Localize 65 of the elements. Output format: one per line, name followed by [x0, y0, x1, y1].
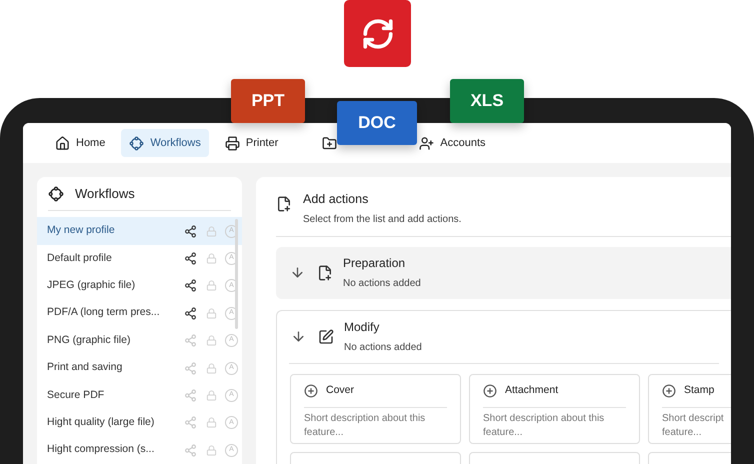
- card-title: Stamp: [684, 382, 714, 398]
- file-type-badge: DOC: [337, 101, 417, 145]
- panel-title: Add actions: [303, 191, 370, 208]
- action-card[interactable]: Stamp Short descript feature...: [648, 374, 731, 444]
- refresh-icon: [360, 16, 394, 50]
- scrollbar-thumb[interactable]: [235, 219, 238, 330]
- section-status: No actions added: [344, 341, 422, 356]
- section-title: Modify: [344, 319, 380, 336]
- share-icon[interactable]: [184, 306, 197, 320]
- section-title: Preparation: [343, 255, 406, 272]
- lock-icon[interactable]: [206, 280, 217, 292]
- action-card[interactable]: Attachment Short description about this feature...: [469, 374, 640, 444]
- workflow-icon: [48, 186, 64, 202]
- section-status: No actions added: [343, 277, 421, 292]
- card-description: feature...: [662, 426, 702, 440]
- share-icon[interactable]: [184, 252, 197, 266]
- profile-name: Hight quality (large file): [47, 415, 156, 430]
- profile-name: Secure PDF: [47, 388, 106, 403]
- lock-icon[interactable]: [206, 362, 217, 374]
- nav-tab[interactable]: Workflows: [121, 129, 209, 157]
- plus-circle-icon: [662, 384, 676, 398]
- plus-circle-icon: [304, 384, 318, 398]
- panel-subtitle: Select from the list and add actions.: [303, 212, 462, 227]
- printer-icon: [224, 136, 240, 150]
- lock-icon[interactable]: [206, 417, 217, 428]
- file-plus-icon: [317, 264, 333, 281]
- profile-name: JPEG (graphic file): [47, 278, 136, 294]
- sidebar-title: Workflows: [75, 184, 135, 203]
- arrow-down-icon[interactable]: [291, 329, 306, 344]
- lock-icon[interactable]: [206, 253, 217, 264]
- nav-tab[interactable]: Home: [47, 129, 114, 157]
- profile-name: PDF/A (long term pres...: [47, 305, 161, 320]
- profile-name: Print and saving: [47, 360, 124, 376]
- share-icon[interactable]: [184, 224, 197, 238]
- card-description: Short descript: [662, 412, 725, 426]
- lock-icon[interactable]: [206, 390, 217, 402]
- lock-icon[interactable]: [206, 335, 217, 346]
- action-card[interactable]: Cover Short description about this feature...: [290, 374, 461, 444]
- file-type-badge: XLS: [450, 79, 524, 123]
- nav-tab[interactable]: Printer: [216, 129, 286, 157]
- profile-name: Hight compression (s...: [47, 442, 156, 458]
- section-panel[interactable]: Preparation No actions added: [276, 246, 731, 299]
- card-description: Short description about this: [483, 412, 606, 426]
- card-title: Attachment: [505, 382, 558, 398]
- arrow-down-icon[interactable]: [290, 265, 305, 280]
- edit-icon: [318, 328, 334, 345]
- file-type-badge: PPT: [231, 79, 305, 123]
- card-description: feature...: [483, 426, 524, 440]
- home-icon: [55, 136, 70, 150]
- folder-plus-icon: [322, 136, 338, 150]
- lock-icon[interactable]: [206, 226, 217, 237]
- card-title: Cover: [326, 382, 354, 398]
- nav-tab[interactable]: Accounts: [419, 129, 494, 157]
- share-icon[interactable]: [184, 279, 197, 292]
- user-plus-icon: [419, 136, 434, 150]
- file-plus-icon: [276, 196, 292, 212]
- lock-icon[interactable]: [206, 444, 217, 456]
- plus-circle-icon: [483, 384, 497, 398]
- card-description: Short description about this: [304, 412, 426, 426]
- card-description: feature...: [304, 426, 344, 440]
- lock-icon[interactable]: [206, 308, 217, 319]
- workflow-icon: [129, 136, 144, 150]
- profile-name: Default profile: [47, 250, 113, 266]
- profile-name: PNG (graphic file): [47, 332, 132, 348]
- profile-name: My new profile: [47, 223, 116, 238]
